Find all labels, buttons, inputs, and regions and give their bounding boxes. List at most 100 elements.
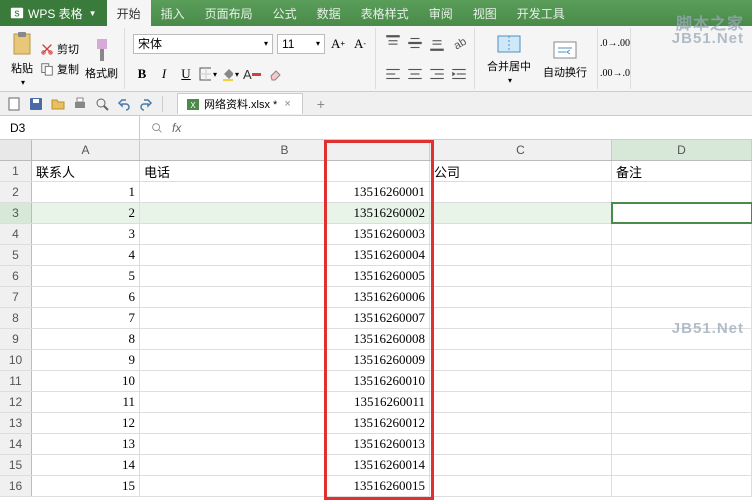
clear-format-button[interactable]: [265, 65, 283, 83]
cell[interactable]: 14: [32, 455, 140, 475]
row-header[interactable]: 10: [0, 350, 32, 370]
save-icon[interactable]: [28, 96, 44, 112]
cell[interactable]: 13516260012: [140, 413, 430, 433]
cell[interactable]: [430, 329, 612, 349]
cell[interactable]: 12: [32, 413, 140, 433]
cell[interactable]: [612, 476, 752, 496]
select-all-corner[interactable]: [0, 140, 32, 160]
col-header-A[interactable]: A: [32, 140, 140, 160]
cell[interactable]: 13516260005: [140, 266, 430, 286]
cell[interactable]: 13516260014: [140, 455, 430, 475]
wrap-text-button[interactable]: 自动换行: [539, 38, 591, 80]
tab-table-style[interactable]: 表格样式: [351, 0, 419, 26]
cell[interactable]: 13516260009: [140, 350, 430, 370]
row-header[interactable]: 4: [0, 224, 32, 244]
cell[interactable]: 5: [32, 266, 140, 286]
italic-button[interactable]: I: [155, 65, 173, 83]
col-header-B[interactable]: B: [140, 140, 430, 160]
row-header[interactable]: 6: [0, 266, 32, 286]
cell[interactable]: [612, 434, 752, 454]
row-header[interactable]: 2: [0, 182, 32, 202]
cell[interactable]: [430, 287, 612, 307]
cell[interactable]: 13516260007: [140, 308, 430, 328]
cell[interactable]: [612, 266, 752, 286]
fill-color-button[interactable]: ▾: [221, 65, 239, 83]
cell[interactable]: 13516260015: [140, 476, 430, 496]
tab-insert[interactable]: 插入: [151, 0, 195, 26]
row-header[interactable]: 14: [0, 434, 32, 454]
cell[interactable]: [430, 203, 612, 223]
increase-decimal-button[interactable]: .0→.00: [606, 34, 624, 52]
cell[interactable]: 2: [32, 203, 140, 223]
merge-center-button[interactable]: 合并居中▾: [483, 32, 535, 85]
cell[interactable]: [430, 413, 612, 433]
col-header-C[interactable]: C: [430, 140, 612, 160]
font-name-select[interactable]: 宋体▾: [133, 34, 273, 54]
align-top-button[interactable]: [384, 34, 402, 52]
align-right-button[interactable]: [428, 65, 446, 83]
cell[interactable]: [612, 287, 752, 307]
cell[interactable]: [430, 455, 612, 475]
cell[interactable]: 10: [32, 371, 140, 391]
cell[interactable]: [612, 203, 752, 223]
cell[interactable]: [612, 392, 752, 412]
align-bottom-button[interactable]: [428, 34, 446, 52]
tab-view[interactable]: 视图: [463, 0, 507, 26]
cell[interactable]: 13516260011: [140, 392, 430, 412]
font-size-select[interactable]: 11▾: [277, 34, 325, 54]
cell[interactable]: 13516260001: [140, 182, 430, 202]
borders-button[interactable]: ▾: [199, 65, 217, 83]
bold-button[interactable]: B: [133, 65, 151, 83]
cell[interactable]: 公司: [430, 161, 612, 181]
cell[interactable]: 9: [32, 350, 140, 370]
cell[interactable]: [612, 245, 752, 265]
document-tab[interactable]: X 网络资料.xlsx * ×: [177, 93, 303, 114]
cell[interactable]: [430, 476, 612, 496]
copy-button[interactable]: 复制: [38, 60, 81, 78]
align-center-button[interactable]: [406, 65, 424, 83]
row-header[interactable]: 12: [0, 392, 32, 412]
cell[interactable]: 13516260003: [140, 224, 430, 244]
cell[interactable]: 13516260002: [140, 203, 430, 223]
cell[interactable]: [430, 308, 612, 328]
cell[interactable]: [430, 224, 612, 244]
add-tab-button[interactable]: +: [309, 96, 333, 112]
align-left-button[interactable]: [384, 65, 402, 83]
cell[interactable]: 备注: [612, 161, 752, 181]
row-header[interactable]: 1: [0, 161, 32, 181]
decrease-decimal-button[interactable]: .00→.0: [606, 65, 624, 83]
cell[interactable]: [612, 329, 752, 349]
app-badge[interactable]: S WPS 表格 ▼: [0, 0, 107, 26]
align-middle-button[interactable]: [406, 34, 424, 52]
cell[interactable]: [430, 434, 612, 454]
new-doc-icon[interactable]: [6, 96, 22, 112]
row-header[interactable]: 9: [0, 329, 32, 349]
cell[interactable]: 13516260006: [140, 287, 430, 307]
row-header[interactable]: 7: [0, 287, 32, 307]
close-tab-icon[interactable]: ×: [281, 98, 293, 110]
cell[interactable]: [430, 245, 612, 265]
redo-icon[interactable]: [138, 96, 154, 112]
cell[interactable]: [430, 371, 612, 391]
format-painter-button[interactable]: 格式刷: [85, 37, 118, 81]
undo-icon[interactable]: [116, 96, 132, 112]
underline-button[interactable]: U: [177, 65, 195, 83]
cell[interactable]: [430, 266, 612, 286]
tab-page-layout[interactable]: 页面布局: [195, 0, 263, 26]
increase-font-button[interactable]: A+: [329, 35, 347, 53]
col-header-D[interactable]: D: [612, 140, 752, 160]
orientation-button[interactable]: ab: [450, 34, 468, 52]
cell[interactable]: 8: [32, 329, 140, 349]
fx-search-icon[interactable]: [150, 121, 164, 135]
row-header[interactable]: 16: [0, 476, 32, 496]
cell[interactable]: 4: [32, 245, 140, 265]
cell[interactable]: [430, 392, 612, 412]
row-header[interactable]: 13: [0, 413, 32, 433]
cell[interactable]: 13516260010: [140, 371, 430, 391]
row-header[interactable]: 5: [0, 245, 32, 265]
cut-button[interactable]: 剪切: [38, 40, 81, 58]
tab-formulas[interactable]: 公式: [263, 0, 307, 26]
tab-review[interactable]: 审阅: [419, 0, 463, 26]
cell[interactable]: [612, 224, 752, 244]
cell[interactable]: [612, 350, 752, 370]
